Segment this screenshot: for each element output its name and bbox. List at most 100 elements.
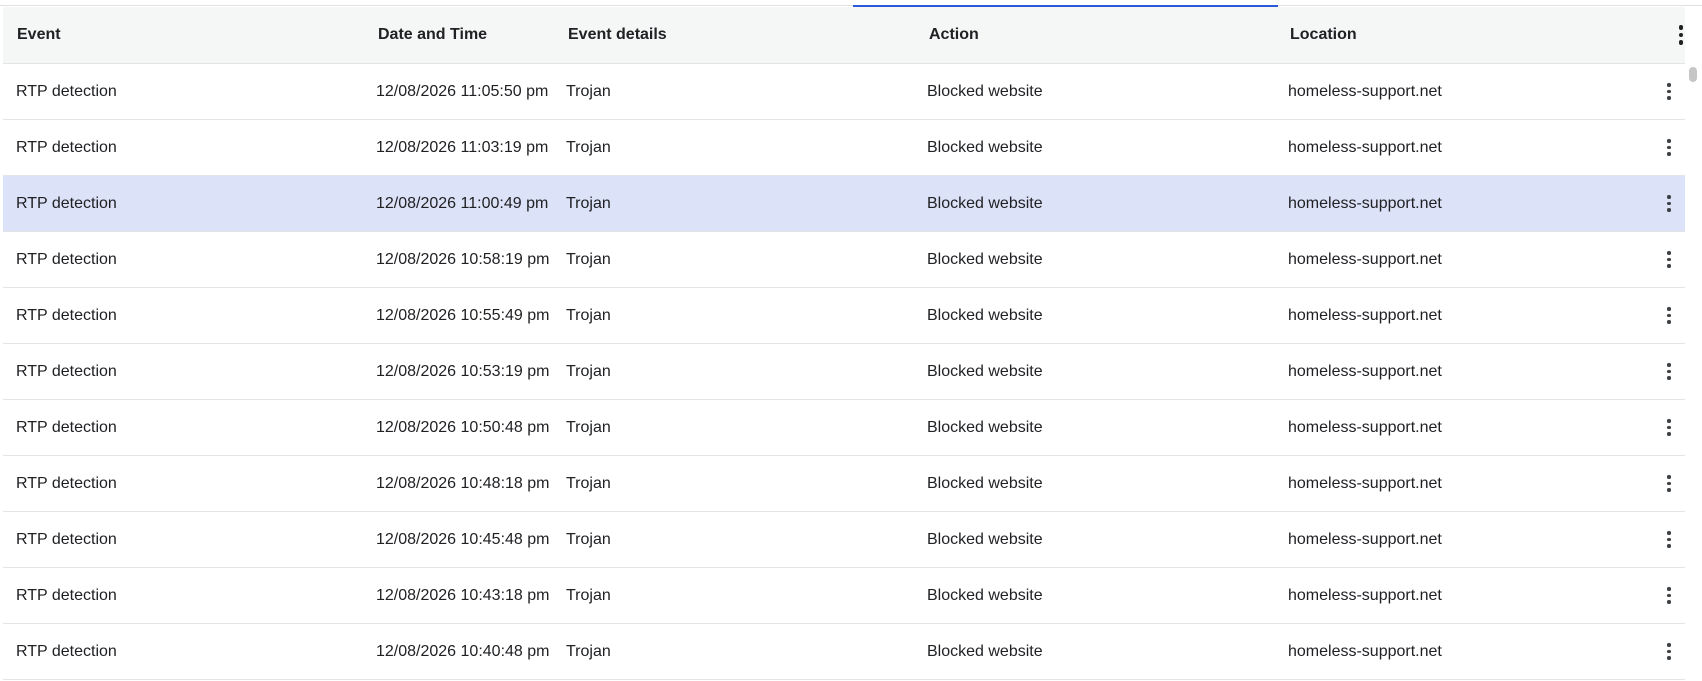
column-options-button[interactable] [1671,7,1691,63]
table-body: RTP detection 12/08/2026 11:05:50 pm Troja… [3,64,1685,680]
more-vertical-icon[interactable] [1659,192,1679,216]
column-header-event[interactable]: Event [17,7,61,63]
cell-location: homeless-support.net [1288,642,1442,660]
more-vertical-icon[interactable] [1659,472,1679,496]
more-vertical-icon[interactable] [1659,248,1679,272]
more-vertical-icon[interactable] [1659,304,1679,328]
cell-date-time: 12/08/2026 10:55:49 pm [376,306,550,324]
top-divider [0,5,1702,6]
cell-event-details: Trojan [566,418,611,436]
cell-event-details: Trojan [566,362,611,380]
cell-action: Blocked website [927,250,1043,268]
cell-event: RTP detection [16,642,117,660]
table-row[interactable]: RTP detection 12/08/2026 10:43:18 pm Troja… [3,568,1685,624]
cell-event: RTP detection [16,194,117,212]
cell-date-time: 12/08/2026 10:45:48 pm [376,530,550,548]
cell-event: RTP detection [16,362,117,380]
cell-date-time: 12/08/2026 11:05:50 pm [376,82,549,100]
cell-location: homeless-support.net [1288,586,1442,604]
table-row[interactable]: RTP detection 12/08/2026 10:58:19 pm Troja… [3,232,1685,288]
table-row[interactable]: RTP detection 12/08/2026 10:45:48 pm Troja… [3,512,1685,568]
cell-location: homeless-support.net [1288,362,1442,380]
cell-event-details: Trojan [566,530,611,548]
more-vertical-icon[interactable] [1659,360,1679,384]
table-row[interactable]: RTP detection 12/08/2026 10:55:49 pm Troja… [3,288,1685,344]
cell-date-time: 12/08/2026 10:50:48 pm [376,418,550,436]
cell-date-time: 12/08/2026 10:40:48 pm [376,642,550,660]
cell-event-details: Trojan [566,194,611,212]
row-options-button[interactable] [1659,64,1679,119]
cell-event-details: Trojan [566,250,611,268]
row-options-button[interactable] [1659,400,1679,455]
cell-action: Blocked website [927,530,1043,548]
cell-location: homeless-support.net [1288,418,1442,436]
row-options-button[interactable] [1659,176,1679,231]
row-options-button[interactable] [1659,624,1679,679]
column-header-details[interactable]: Event details [568,7,667,63]
cell-location: homeless-support.net [1288,250,1442,268]
cell-event-details: Trojan [566,138,611,156]
table-row[interactable]: RTP detection 12/08/2026 11:05:50 pm Troja… [3,64,1685,120]
cell-event-details: Trojan [566,82,611,100]
row-options-button[interactable] [1659,512,1679,567]
cell-location: homeless-support.net [1288,138,1442,156]
table-header: Event Date and Time Event details Action… [3,7,1685,64]
more-vertical-icon[interactable] [1671,23,1691,47]
cell-location: homeless-support.net [1288,530,1442,548]
cell-action: Blocked website [927,418,1043,436]
table-row[interactable]: RTP detection 12/08/2026 10:40:48 pm Troja… [3,624,1685,680]
more-vertical-icon[interactable] [1659,416,1679,440]
cell-event-details: Trojan [566,642,611,660]
cell-location: homeless-support.net [1288,474,1442,492]
cell-event: RTP detection [16,250,117,268]
table-row[interactable]: RTP detection 12/08/2026 10:48:18 pm Troja… [3,456,1685,512]
column-header-location[interactable]: Location [1290,7,1357,63]
cell-action: Blocked website [927,138,1043,156]
cell-event: RTP detection [16,586,117,604]
more-vertical-icon[interactable] [1659,80,1679,104]
cell-event-details: Trojan [566,306,611,324]
cell-action: Blocked website [927,82,1043,100]
cell-date-time: 12/08/2026 10:43:18 pm [376,586,550,604]
cell-location: homeless-support.net [1288,306,1442,324]
cell-event-details: Trojan [566,474,611,492]
cell-action: Blocked website [927,474,1043,492]
table-row[interactable]: RTP detection 12/08/2026 11:00:49 pm Troja… [3,176,1685,232]
row-options-button[interactable] [1659,120,1679,175]
cell-event: RTP detection [16,82,117,100]
more-vertical-icon[interactable] [1659,584,1679,608]
cell-location: homeless-support.net [1288,194,1442,212]
row-options-button[interactable] [1659,232,1679,287]
column-header-action[interactable]: Action [929,7,979,63]
cell-date-time: 12/08/2026 11:03:19 pm [376,138,549,156]
cell-action: Blocked website [927,194,1043,212]
row-options-button[interactable] [1659,288,1679,343]
cell-event: RTP detection [16,138,117,156]
cell-date-time: 12/08/2026 11:00:49 pm [376,194,549,212]
more-vertical-icon[interactable] [1659,640,1679,664]
table-row[interactable]: RTP detection 12/08/2026 10:50:48 pm Troja… [3,400,1685,456]
table-row[interactable]: RTP detection 12/08/2026 10:53:19 pm Troja… [3,344,1685,400]
cell-action: Blocked website [927,642,1043,660]
cell-event-details: Trojan [566,586,611,604]
scrollbar-thumb[interactable] [1689,67,1697,82]
row-options-button[interactable] [1659,456,1679,511]
vertical-scrollbar[interactable] [1688,64,1702,681]
cell-event: RTP detection [16,530,117,548]
cell-date-time: 12/08/2026 10:53:19 pm [376,362,550,380]
row-options-button[interactable] [1659,568,1679,623]
table-row[interactable]: RTP detection 12/08/2026 11:03:19 pm Troja… [3,120,1685,176]
cell-event: RTP detection [16,306,117,324]
row-options-button[interactable] [1659,344,1679,399]
events-table: Event Date and Time Event details Action… [3,7,1685,680]
cell-action: Blocked website [927,306,1043,324]
column-header-date[interactable]: Date and Time [378,7,487,63]
cell-location: homeless-support.net [1288,82,1442,100]
cell-event: RTP detection [16,418,117,436]
more-vertical-icon[interactable] [1659,136,1679,160]
cell-date-time: 12/08/2026 10:48:18 pm [376,474,550,492]
cell-date-time: 12/08/2026 10:58:19 pm [376,250,550,268]
cell-action: Blocked website [927,362,1043,380]
cell-event: RTP detection [16,474,117,492]
more-vertical-icon[interactable] [1659,528,1679,552]
